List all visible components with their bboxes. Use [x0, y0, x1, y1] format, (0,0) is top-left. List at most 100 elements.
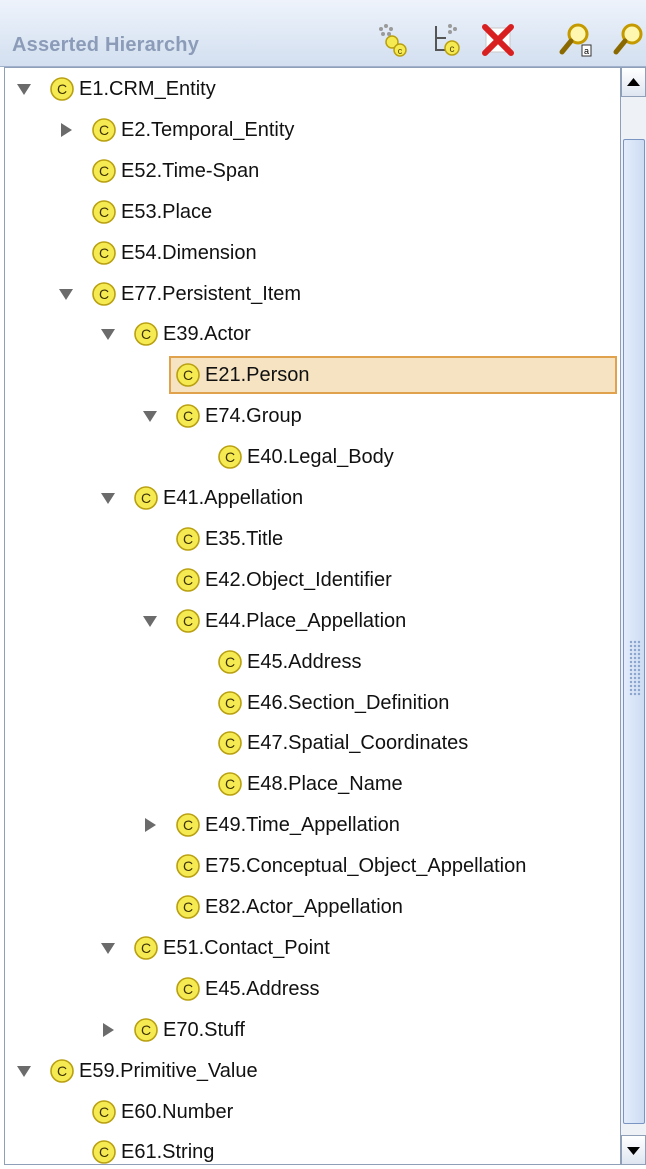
- tree-node-label[interactable]: E35.Title: [205, 522, 283, 556]
- vertical-scrollbar[interactable]: [620, 67, 646, 1165]
- expand-triangle-down-icon[interactable]: [15, 80, 33, 98]
- tree-node-label[interactable]: E75.Conceptual_Object_Appellation: [205, 849, 526, 883]
- class-tree[interactable]: C E1.CRM_Entity C E2.Temporal_Entity C E52.Ti…: [4, 67, 621, 1165]
- tree-node-label[interactable]: E45.Address: [205, 972, 320, 1006]
- tree-node[interactable]: C E47.Spatial_Coordinates: [5, 726, 617, 760]
- class-c-icon: C: [176, 363, 200, 388]
- tree-node[interactable]: C E21.Person: [5, 358, 617, 392]
- tree-node[interactable]: C E77.Persistent_Item: [5, 277, 617, 311]
- collapse-triangle-right-icon[interactable]: [141, 816, 159, 834]
- tree-node-label[interactable]: E52.Time-Span: [121, 154, 259, 188]
- tree-node-label[interactable]: E59.Primitive_Value: [79, 1054, 258, 1088]
- tree-node[interactable]: C E70.Stuff: [5, 1013, 617, 1047]
- class-c-letter: C: [141, 326, 151, 342]
- scroll-thumb[interactable]: [623, 139, 645, 1124]
- class-c-letter: C: [225, 654, 235, 670]
- tree-node-label[interactable]: E48.Place_Name: [247, 767, 403, 801]
- tree-node[interactable]: C E40.Legal_Body: [5, 440, 617, 474]
- tree-node[interactable]: C E2.Temporal_Entity: [5, 113, 617, 147]
- expand-triangle-down-icon[interactable]: [99, 325, 117, 343]
- tree-node[interactable]: C E82.Actor_Appellation: [5, 890, 617, 924]
- panel-title: Asserted Hierarchy: [12, 34, 200, 56]
- scroll-down-button[interactable]: [621, 1135, 646, 1165]
- tree-node[interactable]: C E1.CRM_Entity: [5, 72, 617, 106]
- class-c-icon: C: [218, 731, 242, 756]
- find-class-alt-button[interactable]: [610, 20, 646, 60]
- tree-node-label[interactable]: E77.Persistent_Item: [121, 277, 301, 311]
- tree-node[interactable]: C E51.Contact_Point: [5, 931, 617, 965]
- tree-node-label[interactable]: E40.Legal_Body: [247, 440, 394, 474]
- class-c-letter: C: [57, 81, 67, 97]
- class-c-letter: C: [183, 531, 193, 547]
- delete-class-button[interactable]: [478, 20, 518, 60]
- class-c-letter: C: [99, 1104, 109, 1120]
- tree-node-label[interactable]: E44.Place_Appellation: [205, 604, 406, 638]
- tree-node-label[interactable]: E42.Object_Identifier: [205, 563, 392, 597]
- expand-triangle-down-icon[interactable]: [141, 407, 159, 425]
- tree-node-label[interactable]: E21.Person: [205, 358, 310, 392]
- create-subclass-button[interactable]: c: [374, 20, 414, 60]
- svg-text:a: a: [584, 46, 589, 56]
- scroll-grip: [629, 640, 641, 696]
- arrow-up-icon: [627, 78, 640, 86]
- arrow-down-icon: [627, 1147, 640, 1155]
- tree-node-label[interactable]: E61.String: [121, 1135, 214, 1164]
- tree-node[interactable]: C E54.Dimension: [5, 236, 617, 270]
- expand-triangle-down-icon[interactable]: [15, 1062, 33, 1080]
- find-class-button[interactable]: a: [556, 20, 596, 60]
- search-class-alt-icon: [613, 23, 643, 55]
- tree-node[interactable]: C E44.Place_Appellation: [5, 604, 617, 638]
- tree-node-label[interactable]: E54.Dimension: [121, 236, 257, 270]
- class-c-icon: C: [176, 813, 200, 837]
- tree-node-label[interactable]: E60.Number: [121, 1095, 233, 1129]
- collapse-triangle-right-icon[interactable]: [57, 121, 75, 139]
- expand-triangle-down-icon[interactable]: [99, 489, 117, 507]
- tree-node[interactable]: C E74.Group: [5, 399, 617, 433]
- expand-triangle-down-icon[interactable]: [57, 285, 75, 303]
- tree-node[interactable]: C E49.Time_Appellation: [5, 808, 617, 842]
- tree-node[interactable]: C E48.Place_Name: [5, 767, 617, 801]
- scroll-up-button[interactable]: [621, 67, 646, 97]
- class-c-icon: C: [92, 281, 116, 306]
- tree-node-label[interactable]: E49.Time_Appellation: [205, 808, 400, 842]
- tree-node-label[interactable]: E1.CRM_Entity: [79, 72, 216, 106]
- class-c-letter: C: [141, 940, 151, 956]
- class-c-icon: C: [176, 854, 200, 878]
- tree-node-label[interactable]: E47.Spatial_Coordinates: [247, 726, 468, 760]
- tree-node[interactable]: C E52.Time-Span: [5, 154, 617, 188]
- class-c-letter: C: [99, 245, 109, 261]
- tree-node[interactable]: C E75.Conceptual_Object_Appellation: [5, 849, 617, 883]
- class-c-icon: C: [92, 199, 116, 224]
- tree-node-label[interactable]: E45.Address: [247, 645, 362, 679]
- panel-header: Asserted Hierarchy c c a: [0, 0, 646, 67]
- tree-node-label[interactable]: E39.Actor: [163, 317, 251, 351]
- tree-node-label[interactable]: E82.Actor_Appellation: [205, 890, 403, 924]
- tree-node[interactable]: C E46.Section_Definition: [5, 686, 617, 720]
- tree-node-label[interactable]: E74.Group: [205, 399, 302, 433]
- tree-node-label[interactable]: E53.Place: [121, 195, 212, 229]
- class-c-icon: C: [92, 1099, 116, 1124]
- tree-node[interactable]: C E39.Actor: [5, 317, 617, 351]
- class-c-icon: C: [134, 322, 158, 347]
- tree-node-label[interactable]: E51.Contact_Point: [163, 931, 330, 965]
- create-sibling-class-button[interactable]: c: [428, 20, 468, 60]
- tree-node[interactable]: C E45.Address: [5, 972, 617, 1006]
- tree-node[interactable]: C E59.Primitive_Value: [5, 1054, 617, 1088]
- tree-node-label[interactable]: E70.Stuff: [163, 1013, 245, 1047]
- tree-node[interactable]: C E42.Object_Identifier: [5, 563, 617, 597]
- tree-node[interactable]: C E61.String: [5, 1135, 617, 1164]
- class-c-letter: C: [141, 490, 151, 506]
- class-c-icon: C: [134, 1017, 158, 1042]
- tree-node[interactable]: C E35.Title: [5, 522, 617, 556]
- class-c-icon: C: [218, 772, 242, 797]
- tree-node[interactable]: C E60.Number: [5, 1095, 617, 1129]
- tree-node-label[interactable]: E2.Temporal_Entity: [121, 113, 294, 147]
- tree-node[interactable]: C E45.Address: [5, 645, 617, 679]
- expand-triangle-down-icon[interactable]: [141, 612, 159, 630]
- tree-node-label[interactable]: E46.Section_Definition: [247, 686, 449, 720]
- tree-node[interactable]: C E41.Appellation: [5, 481, 617, 515]
- expand-triangle-down-icon[interactable]: [99, 939, 117, 957]
- tree-node[interactable]: C E53.Place: [5, 195, 617, 229]
- collapse-triangle-right-icon[interactable]: [99, 1021, 117, 1039]
- tree-node-label[interactable]: E41.Appellation: [163, 481, 303, 515]
